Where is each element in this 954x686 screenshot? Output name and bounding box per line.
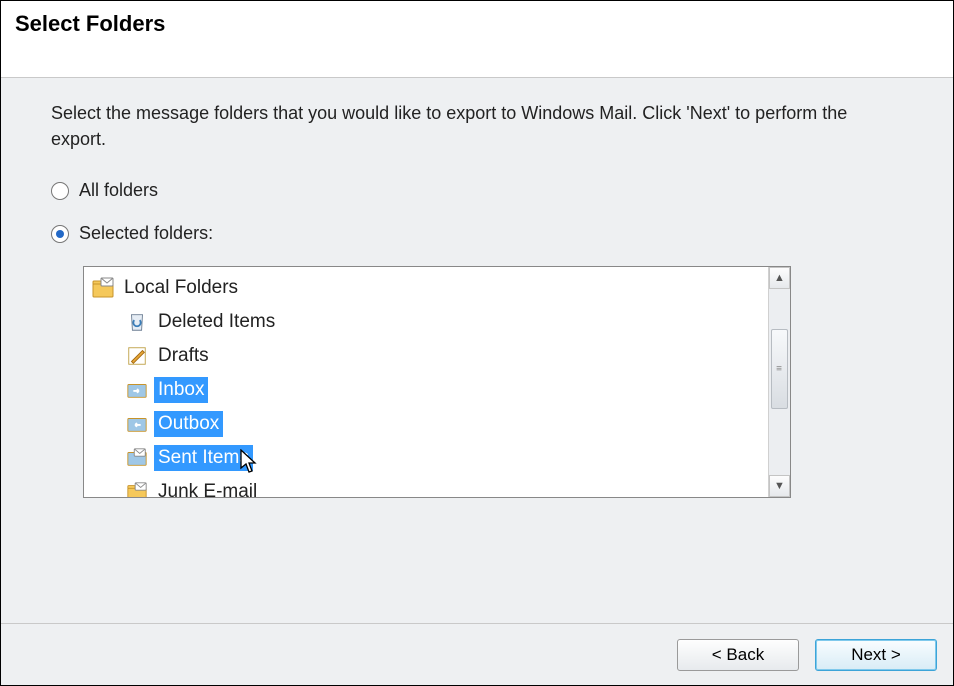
recycle-bin-icon <box>124 309 150 335</box>
tree-item-label: Outbox <box>154 411 223 437</box>
radio-selected-folders-control[interactable] <box>51 225 69 243</box>
wizard-body: Select the message folders that you woul… <box>1 78 953 623</box>
wizard-header: Select Folders <box>1 1 953 78</box>
radio-all-folders-control[interactable] <box>51 182 69 200</box>
tree-item-label: Drafts <box>154 343 213 369</box>
scroll-up-button[interactable]: ▲ <box>769 267 790 289</box>
drafts-icon <box>124 343 150 369</box>
radio-selected-folders-label: Selected folders: <box>79 223 213 244</box>
tree-item-inbox[interactable]: Inbox <box>90 373 768 407</box>
folder-tree-panel: Local Folders Deleted Items <box>83 266 791 498</box>
tree-item-drafts[interactable]: Drafts <box>90 339 768 373</box>
back-button[interactable]: < Back <box>677 639 799 671</box>
wizard-footer: < Back Next > <box>1 623 953 685</box>
folder-mail-icon <box>90 275 116 301</box>
vertical-scrollbar[interactable]: ▲ ≡ ▼ <box>768 267 790 497</box>
back-button-label: < Back <box>712 645 764 665</box>
folder-tree[interactable]: Local Folders Deleted Items <box>84 267 768 497</box>
radio-selected-folders[interactable]: Selected folders: <box>51 223 903 244</box>
tree-item-label: Junk E-mail <box>154 479 261 497</box>
scroll-thumb[interactable]: ≡ <box>771 329 788 409</box>
tree-item-outbox[interactable]: Outbox <box>90 407 768 441</box>
tree-root-label: Local Folders <box>120 275 242 301</box>
radio-all-folders[interactable]: All folders <box>51 180 903 201</box>
tree-item-label: Sent Items <box>154 445 253 471</box>
tree-item-deleted[interactable]: Deleted Items <box>90 305 768 339</box>
folder-mail-icon <box>124 479 150 497</box>
next-button-label: Next > <box>851 645 901 665</box>
instruction-text: Select the message folders that you woul… <box>51 100 871 152</box>
scroll-down-button[interactable]: ▼ <box>769 475 790 497</box>
export-wizard-window: Select Folders Select the message folder… <box>0 0 954 686</box>
folder-arrow-icon <box>124 411 150 437</box>
tree-item-label: Inbox <box>154 377 208 403</box>
page-title: Select Folders <box>15 11 939 37</box>
tree-item-sent[interactable]: Sent Items <box>90 441 768 475</box>
tree-item-junk[interactable]: Junk E-mail <box>90 475 768 497</box>
folder-mail-icon <box>124 445 150 471</box>
folder-arrow-icon <box>124 377 150 403</box>
scroll-track[interactable]: ≡ <box>769 289 790 475</box>
tree-root[interactable]: Local Folders <box>90 271 768 305</box>
next-button[interactable]: Next > <box>815 639 937 671</box>
radio-all-folders-label: All folders <box>79 180 158 201</box>
tree-item-label: Deleted Items <box>154 309 279 335</box>
